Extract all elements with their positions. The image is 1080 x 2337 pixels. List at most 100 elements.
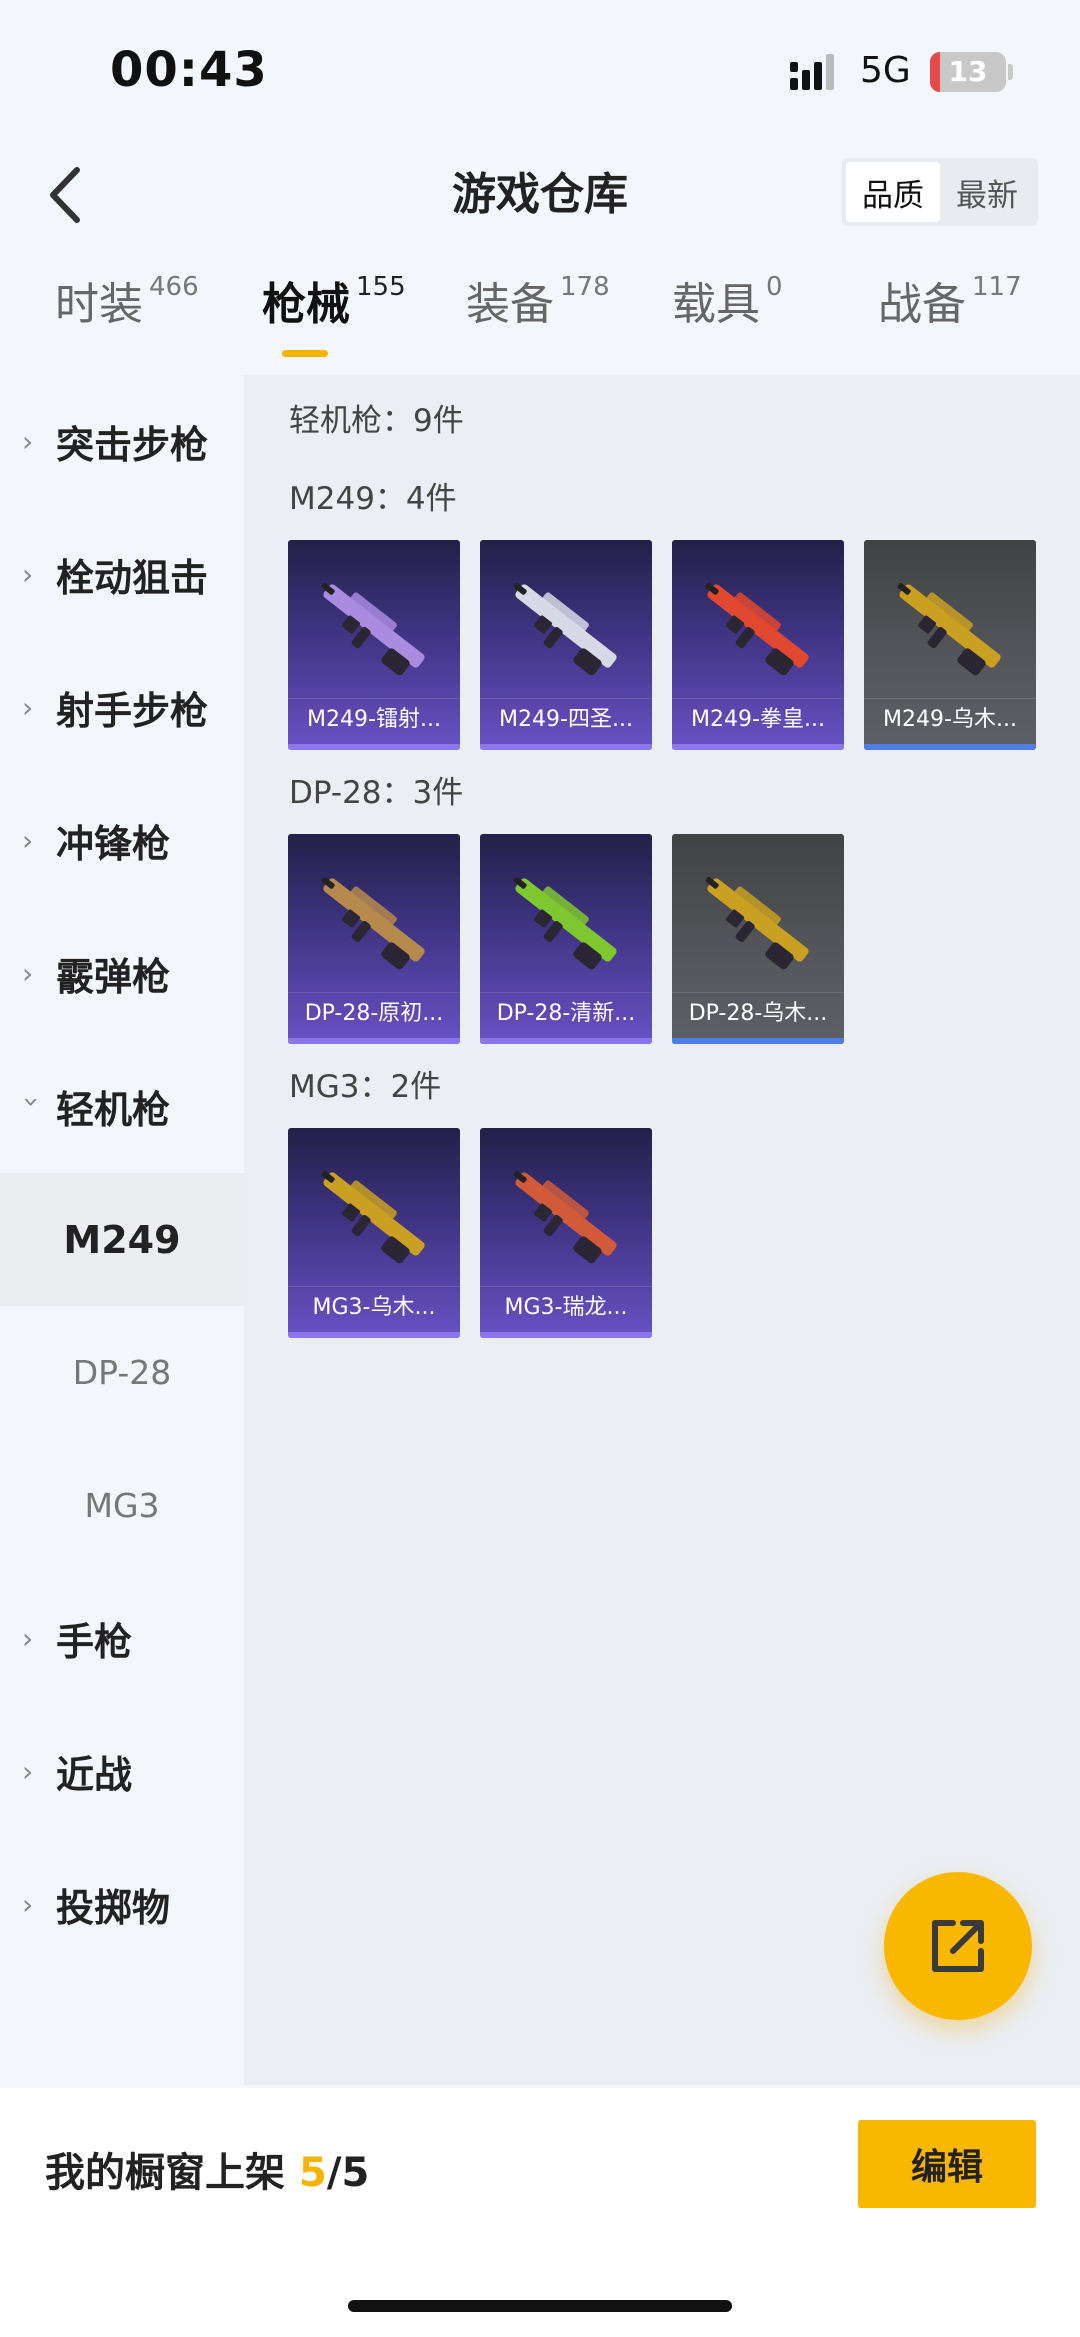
lmg-skin-icon [897,583,1001,676]
showcase-total: /5 [326,2150,370,2196]
edit-button[interactable]: 编辑 [858,2120,1036,2208]
rarity-strip [480,1332,652,1338]
chevron-down-icon: › [15,1096,49,1108]
item-card[interactable]: M249-拳皇... [672,540,844,750]
sidebar-item-melee[interactable]: › 近战 [0,1705,244,1838]
share-fab[interactable] [884,1872,1032,2020]
showcase-count: 5 [299,2150,327,2196]
sidebar-subitem-dp28[interactable]: DP-28 [0,1306,244,1439]
showcase-status: 我的橱窗上架 5/5 [45,2140,369,2198]
cellular-signal-icon [790,54,834,90]
lmg-skin-icon [705,877,809,970]
item-card[interactable]: M249-乌木... [864,540,1036,750]
chevron-right-icon: › [22,957,34,990]
rarity-strip [480,1038,652,1044]
rarity-strip [672,1038,844,1044]
item-name: DP-28-乌木... [672,992,844,1034]
gun-shape [323,878,425,962]
item-name: MG3-瑞龙... [480,1286,652,1328]
sidebar-item-label: 投掷物 [56,1886,171,1930]
sort-quality-option[interactable]: 品质 [846,162,940,222]
item-name: MG3-乌木... [288,1286,460,1328]
tab-label: 战备 [878,279,966,330]
lmg-skin-icon [321,583,425,676]
gun-shape [515,878,617,962]
sort-newest-option[interactable]: 最新 [940,162,1034,222]
sidebar-item-lmg[interactable]: › 轻机枪 [0,1040,244,1173]
sidebar-item-label: 冲锋枪 [56,822,171,866]
tab-count: 466 [149,272,199,302]
sidebar-item-assault-rifle[interactable]: › 突击步枪 [0,375,244,508]
sidebar-item-shotgun[interactable]: › 霰弹枪 [0,907,244,1040]
sidebar-item-bolt-sniper[interactable]: › 栓动狙击 [0,508,244,641]
tab-supplies[interactable]: 战备 117 [878,268,1022,368]
showcase-label: 我的橱窗上架 [45,2150,285,2196]
tab-label: 装备 [466,279,554,330]
lmg-skin-icon [705,583,809,676]
network-type: 5G [860,50,911,91]
gun-shape [899,584,1001,668]
sidebar-subitem-m249[interactable]: M249 [0,1173,244,1306]
item-card[interactable]: DP-28-原初... [288,834,460,1044]
sidebar-item-throwable[interactable]: › 投掷物 [0,1838,244,1971]
rarity-strip [288,1332,460,1338]
gun-shape [515,1172,617,1256]
item-name: M249-乌木... [864,698,1036,740]
sidebar-item-label: 射手步枪 [56,689,209,733]
back-button[interactable] [30,160,100,230]
item-name: DP-28-原初... [288,992,460,1034]
sidebar-item-label: 霰弹枪 [56,955,171,999]
gun-shape [515,584,617,668]
item-name: DP-28-清新... [480,992,652,1034]
group-title-mg3: MG3：2件 [289,1069,442,1105]
item-card[interactable]: M249-镭射... [288,540,460,750]
tab-label: 枪械 [262,279,350,330]
rarity-strip [288,744,460,750]
tab-count: 117 [972,272,1022,302]
chevron-right-icon: › [22,1755,34,1788]
lmg-skin-icon [513,583,617,676]
chevron-right-icon: › [22,824,34,857]
category-tabs: 时装 466 枪械 155 装备 178 载具 0 战备 117 [0,268,1080,368]
item-card[interactable]: MG3-乌木... [288,1128,460,1338]
chevron-left-icon [50,167,80,223]
tab-equipment[interactable]: 装备 178 [466,268,610,368]
sidebar-item-label: 突击步枪 [56,423,209,467]
active-tab-indicator [282,350,328,357]
group-title-m249: M249：4件 [289,481,457,517]
item-card[interactable]: DP-28-乌木... [672,834,844,1044]
sidebar-item-label: 手枪 [56,1620,133,1664]
lmg-skin-icon [321,1171,425,1264]
tab-vehicles[interactable]: 载具 0 [672,268,783,368]
gun-shape [707,584,809,668]
item-card[interactable]: MG3-瑞龙... [480,1128,652,1338]
chevron-right-icon: › [22,1888,34,1921]
sidebar-item-label: 近战 [56,1753,133,1797]
sidebar-item-smg[interactable]: › 冲锋枪 [0,774,244,907]
share-external-icon [932,1920,984,1972]
app-root: 00:43 5G 13 游戏仓库 品质 最新 时装 466 枪械 155 装备 … [0,0,1080,2337]
sidebar-item-marksman-rifle[interactable]: › 射手步枪 [0,641,244,774]
item-name: M249-镭射... [288,698,460,740]
sidebar-subitem-mg3[interactable]: MG3 [0,1439,244,1572]
tab-fashion[interactable]: 时装 466 [55,268,199,368]
battery-icon: 13 [930,52,1006,92]
lmg-skin-icon [321,877,425,970]
sort-toggle: 品质 最新 [842,158,1038,226]
gun-shape [323,1172,425,1256]
tab-label: 载具 [672,279,760,330]
sidebar-item-pistol[interactable]: › 手枪 [0,1572,244,1705]
tab-count: 178 [560,272,610,302]
gun-shape [707,878,809,962]
rarity-strip [288,1038,460,1044]
tab-count: 0 [766,272,783,302]
chevron-right-icon: › [22,1622,34,1655]
item-card[interactable]: DP-28-清新... [480,834,652,1044]
lmg-skin-icon [513,877,617,970]
item-card[interactable]: M249-四圣... [480,540,652,750]
sidebar: › 突击步枪 › 栓动狙击 › 射手步枪 › 冲锋枪 › 霰弹枪 › 轻机枪 M249 DP… [0,375,244,2085]
rarity-strip [672,744,844,750]
sidebar-item-label: 栓动狙击 [56,556,209,600]
status-bar: 00:43 5G 13 [0,0,1080,140]
item-name: M249-四圣... [480,698,652,740]
